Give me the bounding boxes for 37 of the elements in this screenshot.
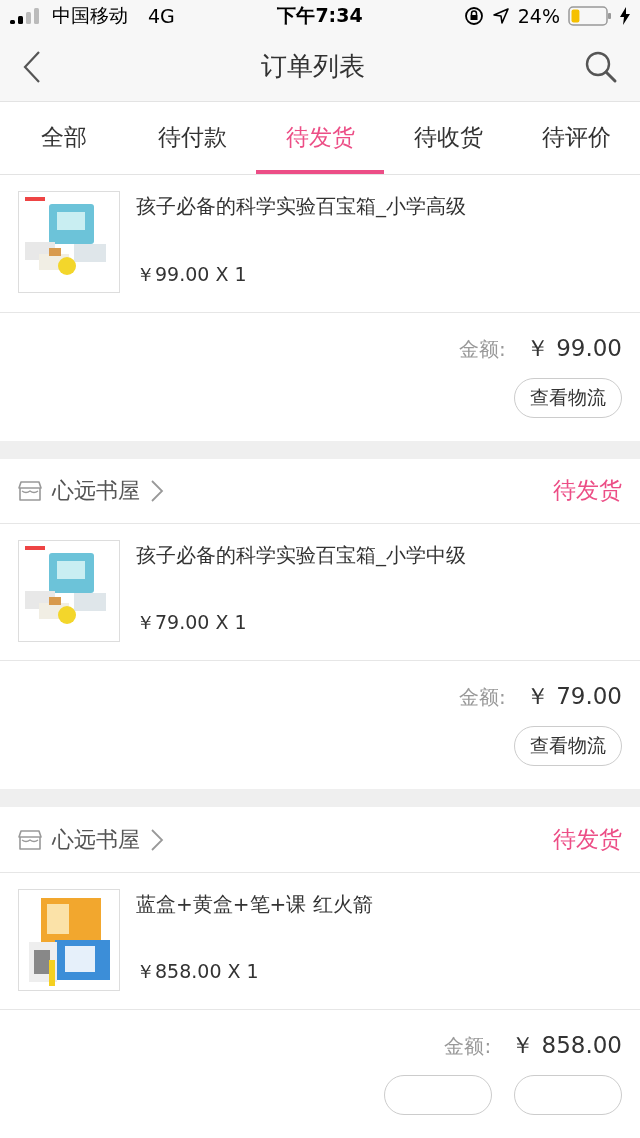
product-name[interactable]: 孩子必备的科学实验百宝箱_小学高级	[136, 193, 466, 221]
order-tab[interactable]: 待收货	[384, 102, 512, 175]
rotation-lock-icon	[463, 6, 484, 27]
amount-label: 金额:	[459, 684, 506, 712]
order-tab[interactable]: 待付款	[128, 102, 256, 175]
chevron-right-icon[interactable]	[150, 827, 164, 852]
order-amount: ￥ 858.00	[511, 1031, 622, 1060]
order-amount: ￥ 79.00	[525, 682, 622, 712]
logistics-button[interactable]: 查看物流	[514, 377, 622, 418]
action-button[interactable]	[514, 1075, 622, 1115]
location-arrow-icon	[491, 7, 510, 26]
product-price: ￥79.00 X 1	[136, 610, 248, 636]
logistics-button[interactable]: 查看物流	[514, 726, 622, 767]
shop-icon	[18, 479, 42, 502]
shop-name[interactable]: 心远书屋	[52, 475, 140, 506]
order-amount: ￥ 99.00	[525, 333, 622, 363]
chevron-right-icon[interactable]	[150, 478, 164, 503]
product-price: ￥858.00 X 1	[136, 959, 260, 984]
battery-percent: 24%	[517, 5, 560, 28]
page-title: 订单列表	[261, 50, 365, 84]
shop-icon	[18, 828, 42, 851]
network-type: 4G	[148, 5, 175, 28]
order-tab[interactable]: 全部	[0, 102, 128, 175]
carrier-name: 中国移动	[52, 3, 128, 29]
order-tab[interactable]: 待发货	[256, 102, 384, 175]
action-button[interactable]	[384, 1075, 492, 1115]
order-tab[interactable]: 待评价	[512, 102, 640, 175]
amount-label: 金额:	[444, 1033, 492, 1060]
product-name[interactable]: 孩子必备的科学实验百宝箱_小学中级	[136, 542, 466, 570]
status-time: 下午7:34	[277, 3, 363, 29]
amount-label: 金额:	[459, 335, 506, 363]
product-price: ￥99.00 X 1	[136, 261, 248, 287]
order-status: 待发货	[553, 825, 622, 855]
battery-icon	[568, 6, 612, 27]
shop-name[interactable]: 心远书屋	[52, 824, 140, 855]
product-name[interactable]: 蓝盒+黄盒+笔+课 红火箭	[136, 890, 373, 918]
order-status: 待发货	[553, 476, 622, 506]
